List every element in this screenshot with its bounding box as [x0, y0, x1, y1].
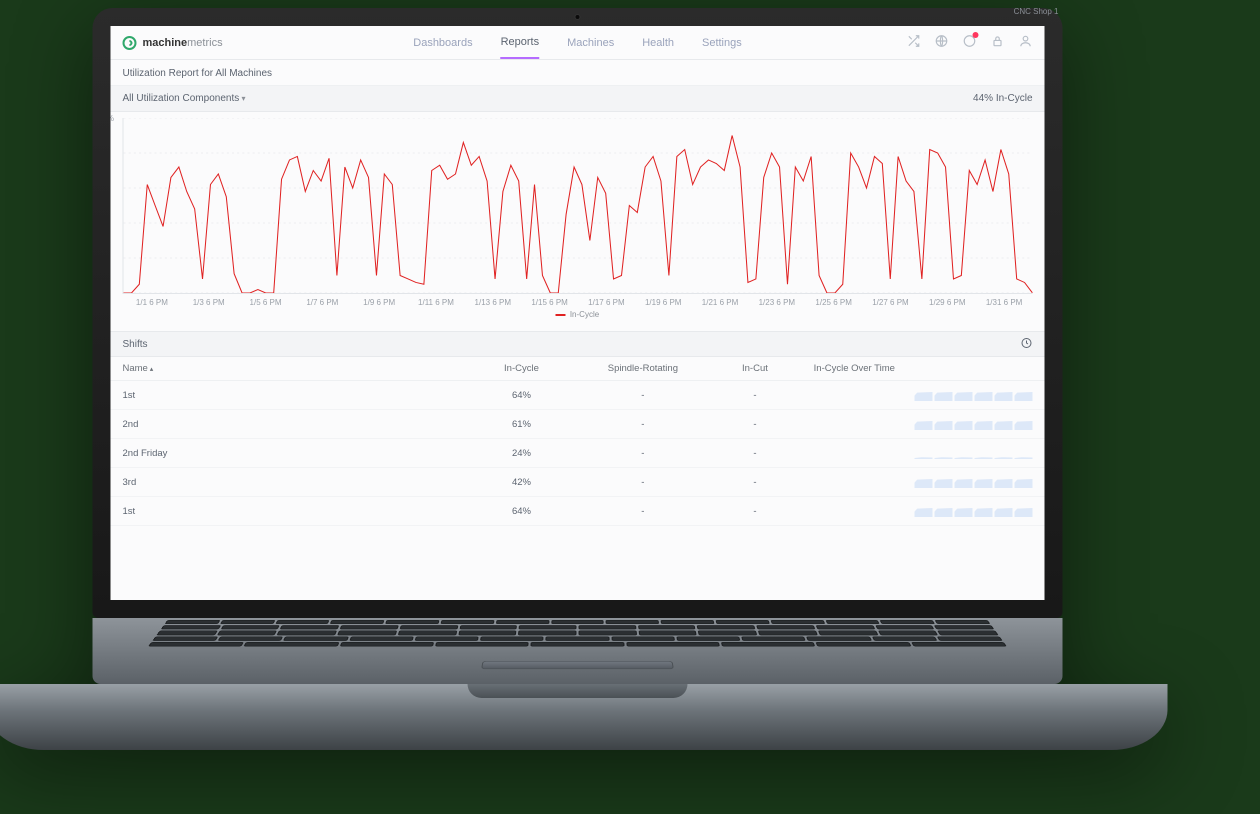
- brand[interactable]: machinemetrics: [123, 36, 223, 50]
- cell-spark: [802, 381, 1045, 410]
- cell-spindle: -: [578, 497, 709, 526]
- nav-health[interactable]: Health: [642, 26, 674, 59]
- cell-in-cut: -: [708, 381, 801, 410]
- legend-swatch-icon: [556, 314, 566, 316]
- shifts-table: Name In-Cycle Spindle-Rotating In-Cut In…: [111, 357, 1045, 526]
- col-over-time[interactable]: In-Cycle Over Time: [802, 357, 1045, 381]
- cell-spindle: -: [578, 468, 709, 497]
- components-dropdown[interactable]: All Utilization Components: [123, 93, 246, 104]
- laptop-camera: [575, 14, 581, 20]
- cell-in-cycle: 61%: [465, 410, 577, 439]
- cell-in-cycle: 24%: [465, 439, 577, 468]
- components-filter-bar: All Utilization Components 44% In-Cycle: [111, 86, 1045, 112]
- kpi-in-cycle: 44% In-Cycle: [973, 93, 1032, 104]
- nav-machines[interactable]: Machines: [567, 26, 614, 59]
- cell-name: 2nd: [111, 410, 466, 439]
- lock-icon[interactable]: [991, 34, 1005, 51]
- chart-svg: [124, 118, 1033, 293]
- cell-in-cut: -: [708, 468, 801, 497]
- chart-legend: In-Cycle: [123, 310, 1033, 319]
- topbar: machinemetrics Dashboards Reports Machin…: [111, 26, 1045, 60]
- table-row[interactable]: 1st64%--: [111, 497, 1045, 526]
- col-in-cut[interactable]: In-Cut: [708, 357, 801, 381]
- legend-label: In-Cycle: [570, 310, 599, 319]
- shifts-title: Shifts: [123, 339, 148, 350]
- globe-icon[interactable]: [935, 34, 949, 51]
- cell-spark: [802, 468, 1045, 497]
- cell-spark: [802, 410, 1045, 439]
- nav-reports[interactable]: Reports: [501, 26, 540, 59]
- brand-logo-icon: [123, 36, 137, 50]
- col-in-cycle[interactable]: In-Cycle: [465, 357, 577, 381]
- cell-spindle: -: [578, 381, 709, 410]
- nav-dashboards[interactable]: Dashboards: [413, 26, 472, 59]
- cell-in-cycle: 42%: [465, 468, 577, 497]
- cell-in-cycle: 64%: [465, 497, 577, 526]
- shifts-section-bar: Shifts: [111, 331, 1045, 357]
- table-row[interactable]: 2nd61%--: [111, 410, 1045, 439]
- table-row[interactable]: 2nd Friday24%--: [111, 439, 1045, 468]
- main-nav: Dashboards Reports Machines Health Setti…: [413, 26, 741, 59]
- cell-spindle: -: [578, 439, 709, 468]
- laptop-base: [0, 684, 1168, 750]
- app-root: CNC Shop 1 machinemetrics Dashboards Rep…: [111, 26, 1045, 600]
- table-row[interactable]: 1st64%--: [111, 381, 1045, 410]
- cell-name: 3rd: [111, 468, 466, 497]
- col-name[interactable]: Name: [111, 357, 466, 381]
- user-icon[interactable]: [1019, 34, 1033, 51]
- page-title: Utilization Report for All Machines: [111, 60, 1045, 86]
- utilization-chart: 100%80%60%40%20%0% 1/1 6 PM1/3 6 PM1/5 6…: [123, 118, 1033, 294]
- notifications-icon[interactable]: [963, 34, 977, 51]
- cell-name: 1st: [111, 497, 466, 526]
- chart-x-axis: 1/1 6 PM1/3 6 PM1/5 6 PM1/7 6 PM1/9 6 PM…: [124, 298, 1033, 307]
- cell-in-cut: -: [708, 410, 801, 439]
- cell-spark: [802, 439, 1045, 468]
- nav-settings[interactable]: Settings: [702, 26, 742, 59]
- cell-name: 2nd Friday: [111, 439, 466, 468]
- cell-name: 1st: [111, 381, 466, 410]
- cell-spindle: -: [578, 410, 709, 439]
- chart-y-axis: 100%80%60%40%20%0%: [111, 114, 114, 289]
- brand-bold: machine: [143, 37, 188, 49]
- cell-in-cut: -: [708, 439, 801, 468]
- clock-icon[interactable]: [1021, 337, 1033, 352]
- brand-light: metrics: [187, 37, 222, 49]
- table-row[interactable]: 3rd42%--: [111, 468, 1045, 497]
- cell-in-cycle: 64%: [465, 381, 577, 410]
- shuffle-icon[interactable]: [907, 34, 921, 51]
- col-spindle[interactable]: Spindle-Rotating: [578, 357, 709, 381]
- cell-spark: [802, 497, 1045, 526]
- chart-container: 100%80%60%40%20%0% 1/1 6 PM1/3 6 PM1/5 6…: [111, 112, 1045, 321]
- laptop-keyboard-deck: [93, 618, 1063, 684]
- cell-in-cut: -: [708, 497, 801, 526]
